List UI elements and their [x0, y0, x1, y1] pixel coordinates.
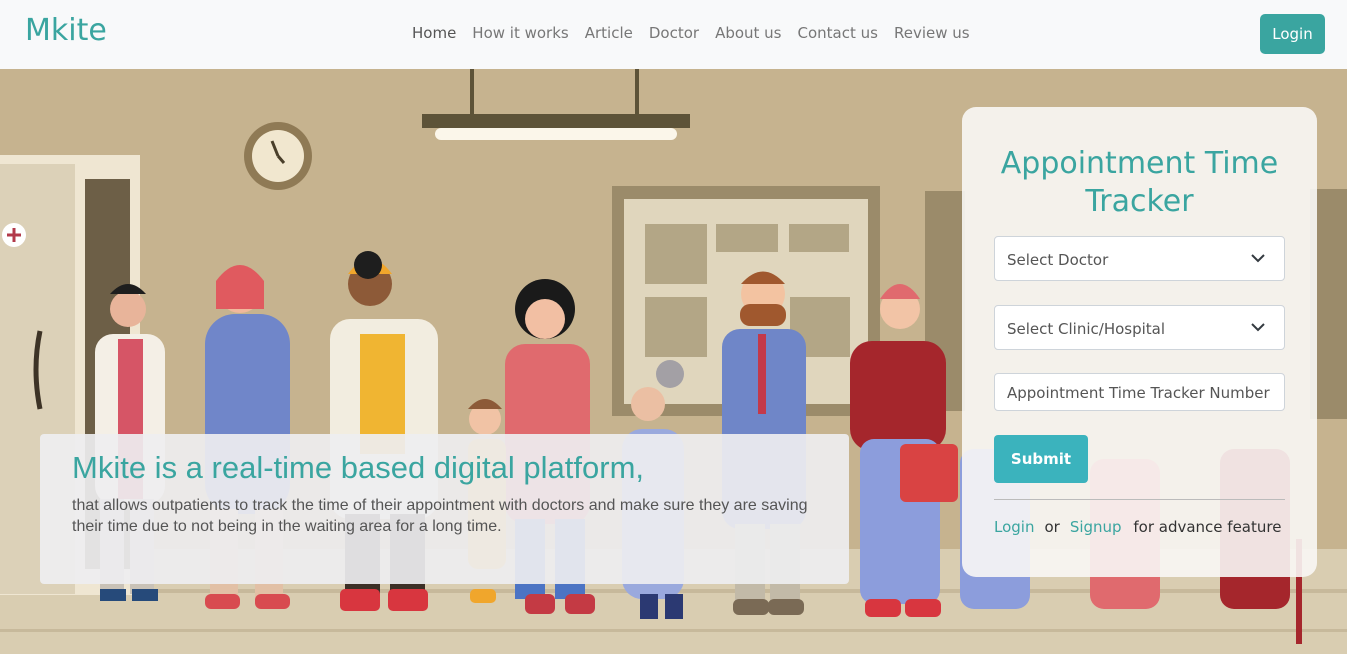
footer-signup-link[interactable]: Signup [1070, 518, 1122, 536]
nav-how-it-works[interactable]: How it works [464, 22, 576, 44]
doctor-select-value: Select Doctor [1007, 251, 1109, 269]
clinic-select-value: Select Clinic/Hospital [1007, 320, 1166, 338]
auth-links: Login or Signup for advance feature [994, 518, 1281, 536]
nav-article[interactable]: Article [577, 22, 641, 44]
nav-home[interactable]: Home [412, 22, 464, 44]
chevron-down-icon [1251, 323, 1265, 332]
submit-button[interactable]: Submit [994, 435, 1088, 483]
navbar: Mkite Home How it works Article Doctor A… [0, 0, 1347, 69]
login-button[interactable]: Login [1260, 14, 1325, 54]
nav-about-us[interactable]: About us [707, 22, 789, 44]
tracker-number-input[interactable]: Appointment Time Tracker Number [994, 373, 1285, 411]
tracker-number-placeholder: Appointment Time Tracker Number [1007, 384, 1270, 402]
nav-doctor[interactable]: Doctor [641, 22, 707, 44]
nav-contact-us[interactable]: Contact us [790, 22, 886, 44]
appointment-tracker-card: Appointment Time Tracker Select Doctor S… [962, 107, 1317, 577]
advance-feature-text: for advance feature [1133, 518, 1282, 536]
hero-info-box: Mkite is a real-time based digital platf… [40, 434, 849, 584]
chevron-down-icon [1251, 254, 1265, 263]
main-nav: Home How it works Article Doctor About u… [412, 22, 978, 44]
nav-review-us[interactable]: Review us [886, 22, 978, 44]
hero-title: Mkite is a real-time based digital platf… [72, 450, 645, 485]
hero-description: that allows outpatients to track the tim… [72, 497, 808, 535]
clinic-select[interactable]: Select Clinic/Hospital [994, 305, 1285, 350]
or-text: or [1044, 518, 1060, 536]
divider [994, 499, 1285, 500]
footer-login-link[interactable]: Login [994, 518, 1034, 536]
brand-logo[interactable]: Mkite [25, 13, 107, 48]
doctor-select[interactable]: Select Doctor [994, 236, 1285, 281]
hero-section: Mkite is a real-time based digital platf… [0, 69, 1347, 654]
tracker-title: Appointment Time Tracker [1000, 146, 1279, 219]
